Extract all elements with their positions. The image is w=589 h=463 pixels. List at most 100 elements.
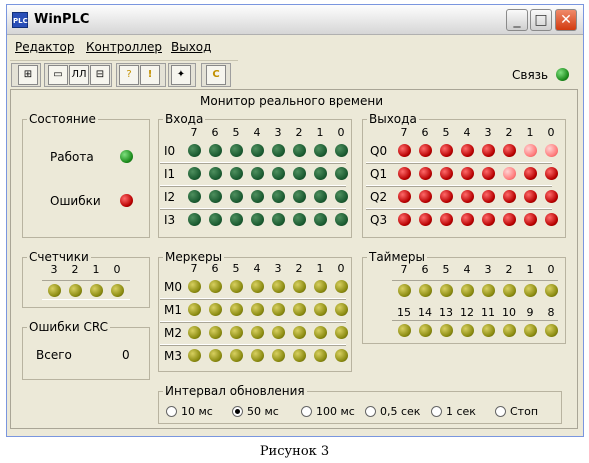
menu-exit[interactable]: Выход [171,40,211,54]
row-divider [160,344,346,346]
help-icon[interactable]: ? [119,65,139,85]
input-led [272,144,285,157]
input-led [188,213,201,226]
monitor-icon[interactable]: ⊞ [18,65,38,85]
state-legend: Состояние [29,112,96,126]
input-bit-header: 5 [232,126,240,139]
output-led [398,213,411,226]
timer-led [545,324,558,337]
interval-option[interactable]: 10 мс [166,405,213,418]
marker-led [230,280,243,293]
crc-total-value: 0 [122,348,130,362]
minimize-button[interactable]: _ [506,9,528,31]
output-led [440,167,453,180]
input-led [335,190,348,203]
timer-led [419,324,432,337]
marker-led [272,326,285,339]
row-divider [160,162,346,164]
input-led [335,167,348,180]
interval-option-label: 50 мс [247,405,279,418]
app-icon[interactable]: PLC [12,12,28,28]
ladder-icon[interactable]: ЛЛ [69,65,89,85]
chip-icon[interactable]: ⊟ [90,65,110,85]
marker-bit-header: 0 [337,262,345,275]
work-indicator [120,150,133,163]
counters-legend: Счетчики [29,250,89,264]
menu-controller-label: Контроллер [86,40,162,54]
marker-led [209,280,222,293]
radio-dot-icon[interactable] [232,406,243,417]
timer-led [545,284,558,297]
interval-option-label: 0,5 сек [380,405,421,418]
maximize-button[interactable]: □ [530,9,552,31]
menu-editor[interactable]: Редактор [15,40,74,54]
marker-led [335,326,348,339]
interval-option[interactable]: 1 сек [431,405,476,418]
timer-led [524,284,537,297]
timer-bit-header: 6 [421,263,429,276]
output-led [398,144,411,157]
marker-led [251,280,264,293]
work-label: Работа [50,150,94,164]
output-led [419,144,432,157]
monitor-title: Монитор реального времени [200,94,383,108]
timer-led [524,324,537,337]
interval-option[interactable]: 50 мс [232,405,279,418]
timer-bit-header: 3 [484,263,492,276]
input-row-label: I0 [164,144,176,158]
input-bit-header: 7 [190,126,198,139]
radio-dot-icon[interactable] [431,406,442,417]
menu-editor-label: Редактор [15,40,75,54]
marker-row-label: M3 [164,349,182,363]
radio-dot-icon[interactable] [495,406,506,417]
input-bit-header: 2 [295,126,303,139]
timer-bit-header: 5 [442,263,450,276]
timer-bit-header: 13 [439,306,453,319]
screen-icon[interactable]: ▭ [48,65,68,85]
marker-led [335,349,348,362]
output-row-label: Q1 [370,167,388,181]
marker-led [272,280,285,293]
connect-icon[interactable]: C [206,65,226,85]
row-divider [160,208,346,210]
output-led [482,144,495,157]
output-led [503,190,516,203]
title-bar[interactable]: PLC WinPLC _ □ ✕ [7,5,583,35]
marker-bit-header: 7 [190,262,198,275]
settings-icon[interactable]: ✦ [171,65,191,85]
crc-legend: Ошибки CRC [29,320,108,334]
timer-bit-header: 1 [526,263,534,276]
row-divider [366,208,552,210]
interval-option[interactable]: 0,5 сек [365,405,420,418]
figure-caption: Рисунок 3 [259,444,330,459]
marker-led [272,349,285,362]
radio-dot-icon[interactable] [301,406,312,417]
marker-bit-header: 1 [316,262,324,275]
input-bit-header: 6 [211,126,219,139]
input-row-label: I1 [164,167,176,181]
output-row-label: Q0 [370,144,388,158]
timer-bit-header: 15 [397,306,411,319]
menu-controller[interactable]: Контроллер [86,40,162,54]
close-button[interactable]: ✕ [555,9,577,31]
output-led [440,190,453,203]
input-led [314,167,327,180]
marker-led [293,349,306,362]
output-bit-header: 2 [505,126,513,139]
input-led [230,144,243,157]
marker-bit-header: 4 [253,262,261,275]
interval-option[interactable]: Стоп [495,405,538,418]
interval-option[interactable]: 100 мс [301,405,355,418]
radio-dot-icon[interactable] [166,406,177,417]
input-led [272,167,285,180]
input-led [314,213,327,226]
input-bit-header: 3 [274,126,282,139]
row-divider [366,162,552,164]
timer-bit-header: 11 [481,306,495,319]
alert-icon[interactable]: ! [140,65,160,85]
radio-dot-icon[interactable] [365,406,376,417]
input-led [230,213,243,226]
marker-bit-header: 2 [295,262,303,275]
input-led [293,190,306,203]
interval-group: Интервал обновления [158,384,562,424]
